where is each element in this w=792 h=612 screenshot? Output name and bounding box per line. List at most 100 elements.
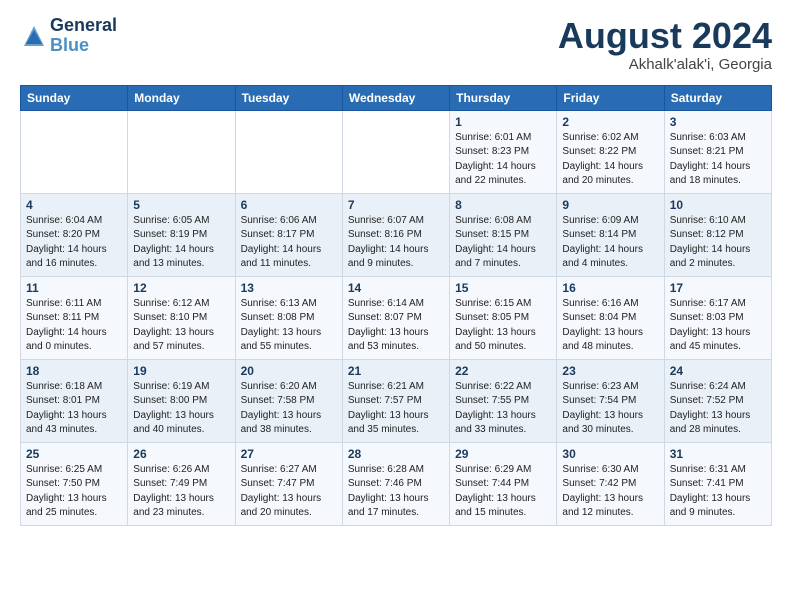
day-number: 29: [455, 447, 551, 461]
day-number: 4: [26, 198, 122, 212]
day-info: Sunrise: 6:19 AM Sunset: 8:00 PM Dayligh…: [133, 380, 229, 438]
calendar-cell: 27 Sunrise: 6:27 AM Sunset: 7:47 PM Dayli…: [235, 442, 342, 525]
day-info: Sunrise: 6:25 AM Sunset: 7:50 PM Dayligh…: [26, 463, 122, 521]
weekday-wednesday: Wednesday: [342, 85, 449, 110]
day-info: Sunrise: 6:17 AM Sunset: 8:03 PM Dayligh…: [670, 297, 766, 355]
calendar-cell: 5Sunrise: 6:05 AM Sunset: 8:19 PM Daylig…: [128, 193, 235, 276]
day-number: 9: [562, 198, 658, 212]
calendar-cell: 24 Sunrise: 6:24 AM Sunset: 7:52 PM Dayli…: [664, 359, 771, 442]
calendar-cell: 3 Sunrise: 6:03 AM Sunset: 8:21 PM Daylig…: [664, 110, 771, 193]
day-number: 27: [241, 447, 337, 461]
day-number: 26: [133, 447, 229, 461]
calendar-week-3: 11 Sunrise: 6:11 AM Sunset: 8:11 PM Dayli…: [21, 276, 772, 359]
day-number: 8: [455, 198, 551, 212]
month-year: August 2024: [558, 16, 772, 56]
day-number: 24: [670, 364, 766, 378]
calendar-cell: [128, 110, 235, 193]
calendar-cell: 23 Sunrise: 6:23 AM Sunset: 7:54 PM Dayli…: [557, 359, 664, 442]
weekday-saturday: Saturday: [664, 85, 771, 110]
day-number: 2: [562, 115, 658, 129]
day-number: 11: [26, 281, 122, 295]
day-info: Sunrise: 6:30 AM Sunset: 7:42 PM Dayligh…: [562, 463, 658, 521]
weekday-tuesday: Tuesday: [235, 85, 342, 110]
calendar-cell: 25 Sunrise: 6:25 AM Sunset: 7:50 PM Dayli…: [21, 442, 128, 525]
calendar-cell: 30 Sunrise: 6:30 AM Sunset: 7:42 PM Dayli…: [557, 442, 664, 525]
calendar-cell: [342, 110, 449, 193]
day-info: Sunrise: 6:08 AM Sunset: 8:15 PM Dayligh…: [455, 214, 551, 272]
calendar-cell: 8 Sunrise: 6:08 AM Sunset: 8:15 PM Daylig…: [450, 193, 557, 276]
day-number: 25: [26, 447, 122, 461]
day-info: Sunrise: 6:01 AM Sunset: 8:23 PM Dayligh…: [455, 131, 551, 189]
page: General Blue August 2024 Akhalk'alak'i, …: [0, 0, 792, 536]
calendar-cell: 28Sunrise: 6:28 AM Sunset: 7:46 PM Dayli…: [342, 442, 449, 525]
day-number: 7: [348, 198, 444, 212]
logo: General Blue: [20, 16, 117, 56]
day-number: 18: [26, 364, 122, 378]
weekday-monday: Monday: [128, 85, 235, 110]
day-number: 23: [562, 364, 658, 378]
calendar-cell: 18 Sunrise: 6:18 AM Sunset: 8:01 PM Dayli…: [21, 359, 128, 442]
day-number: 1: [455, 115, 551, 129]
day-number: 31: [670, 447, 766, 461]
day-info: Sunrise: 6:18 AM Sunset: 8:01 PM Dayligh…: [26, 380, 122, 438]
calendar-cell: 6 Sunrise: 6:06 AM Sunset: 8:17 PM Daylig…: [235, 193, 342, 276]
day-number: 21: [348, 364, 444, 378]
day-number: 19: [133, 364, 229, 378]
day-info: Sunrise: 6:31 AM Sunset: 7:41 PM Dayligh…: [670, 463, 766, 521]
day-info: Sunrise: 6:20 AM Sunset: 7:58 PM Dayligh…: [241, 380, 337, 438]
day-info: Sunrise: 6:11 AM Sunset: 8:11 PM Dayligh…: [26, 297, 122, 355]
weekday-friday: Friday: [557, 85, 664, 110]
calendar-cell: 17 Sunrise: 6:17 AM Sunset: 8:03 PM Dayli…: [664, 276, 771, 359]
day-number: 10: [670, 198, 766, 212]
calendar-cell: 29Sunrise: 6:29 AM Sunset: 7:44 PM Dayli…: [450, 442, 557, 525]
logo-text: General Blue: [50, 16, 117, 56]
day-number: 28: [348, 447, 444, 461]
day-number: 17: [670, 281, 766, 295]
day-number: 16: [562, 281, 658, 295]
calendar-week-2: 4 Sunrise: 6:04 AM Sunset: 8:20 PM Daylig…: [21, 193, 772, 276]
day-info: Sunrise: 6:22 AM Sunset: 7:55 PM Dayligh…: [455, 380, 551, 438]
title-block: August 2024 Akhalk'alak'i, Georgia: [558, 16, 772, 73]
day-info: Sunrise: 6:05 AM Sunset: 8:19 PM Dayligh…: [133, 214, 229, 272]
calendar-cell: 16 Sunrise: 6:16 AM Sunset: 8:04 PM Dayli…: [557, 276, 664, 359]
calendar-cell: [235, 110, 342, 193]
weekday-thursday: Thursday: [450, 85, 557, 110]
calendar-cell: 14Sunrise: 6:14 AM Sunset: 8:07 PM Dayli…: [342, 276, 449, 359]
day-info: Sunrise: 6:15 AM Sunset: 8:05 PM Dayligh…: [455, 297, 551, 355]
day-info: Sunrise: 6:21 AM Sunset: 7:57 PM Dayligh…: [348, 380, 444, 438]
day-info: Sunrise: 6:24 AM Sunset: 7:52 PM Dayligh…: [670, 380, 766, 438]
calendar-cell: 15 Sunrise: 6:15 AM Sunset: 8:05 PM Dayli…: [450, 276, 557, 359]
day-number: 15: [455, 281, 551, 295]
calendar-cell: 7Sunrise: 6:07 AM Sunset: 8:16 PM Daylig…: [342, 193, 449, 276]
day-info: Sunrise: 6:23 AM Sunset: 7:54 PM Dayligh…: [562, 380, 658, 438]
calendar-cell: 12Sunrise: 6:12 AM Sunset: 8:10 PM Dayli…: [128, 276, 235, 359]
day-number: 3: [670, 115, 766, 129]
day-info: Sunrise: 6:10 AM Sunset: 8:12 PM Dayligh…: [670, 214, 766, 272]
day-info: Sunrise: 6:06 AM Sunset: 8:17 PM Dayligh…: [241, 214, 337, 272]
day-info: Sunrise: 6:02 AM Sunset: 8:22 PM Dayligh…: [562, 131, 658, 189]
day-number: 14: [348, 281, 444, 295]
calendar-cell: 13Sunrise: 6:13 AM Sunset: 8:08 PM Dayli…: [235, 276, 342, 359]
day-info: Sunrise: 6:03 AM Sunset: 8:21 PM Dayligh…: [670, 131, 766, 189]
weekday-sunday: Sunday: [21, 85, 128, 110]
calendar-cell: 19 Sunrise: 6:19 AM Sunset: 8:00 PM Dayli…: [128, 359, 235, 442]
calendar-cell: 11 Sunrise: 6:11 AM Sunset: 8:11 PM Dayli…: [21, 276, 128, 359]
day-number: 30: [562, 447, 658, 461]
calendar-cell: 2 Sunrise: 6:02 AM Sunset: 8:22 PM Daylig…: [557, 110, 664, 193]
day-number: 6: [241, 198, 337, 212]
calendar-cell: 31 Sunrise: 6:31 AM Sunset: 7:41 PM Dayli…: [664, 442, 771, 525]
calendar-week-5: 25 Sunrise: 6:25 AM Sunset: 7:50 PM Dayli…: [21, 442, 772, 525]
day-info: Sunrise: 6:27 AM Sunset: 7:47 PM Dayligh…: [241, 463, 337, 521]
day-number: 22: [455, 364, 551, 378]
day-info: Sunrise: 6:09 AM Sunset: 8:14 PM Dayligh…: [562, 214, 658, 272]
calendar-week-1: 1 Sunrise: 6:01 AM Sunset: 8:23 PM Daylig…: [21, 110, 772, 193]
calendar-cell: 10 Sunrise: 6:10 AM Sunset: 8:12 PM Dayli…: [664, 193, 771, 276]
day-info: Sunrise: 6:16 AM Sunset: 8:04 PM Dayligh…: [562, 297, 658, 355]
day-info: Sunrise: 6:04 AM Sunset: 8:20 PM Dayligh…: [26, 214, 122, 272]
header: General Blue August 2024 Akhalk'alak'i, …: [20, 16, 772, 73]
calendar-cell: 20Sunrise: 6:20 AM Sunset: 7:58 PM Dayli…: [235, 359, 342, 442]
day-info: Sunrise: 6:26 AM Sunset: 7:49 PM Dayligh…: [133, 463, 229, 521]
weekday-header-row: SundayMondayTuesdayWednesdayThursdayFrid…: [21, 85, 772, 110]
calendar: SundayMondayTuesdayWednesdayThursdayFrid…: [20, 85, 772, 526]
calendar-cell: 9 Sunrise: 6:09 AM Sunset: 8:14 PM Daylig…: [557, 193, 664, 276]
